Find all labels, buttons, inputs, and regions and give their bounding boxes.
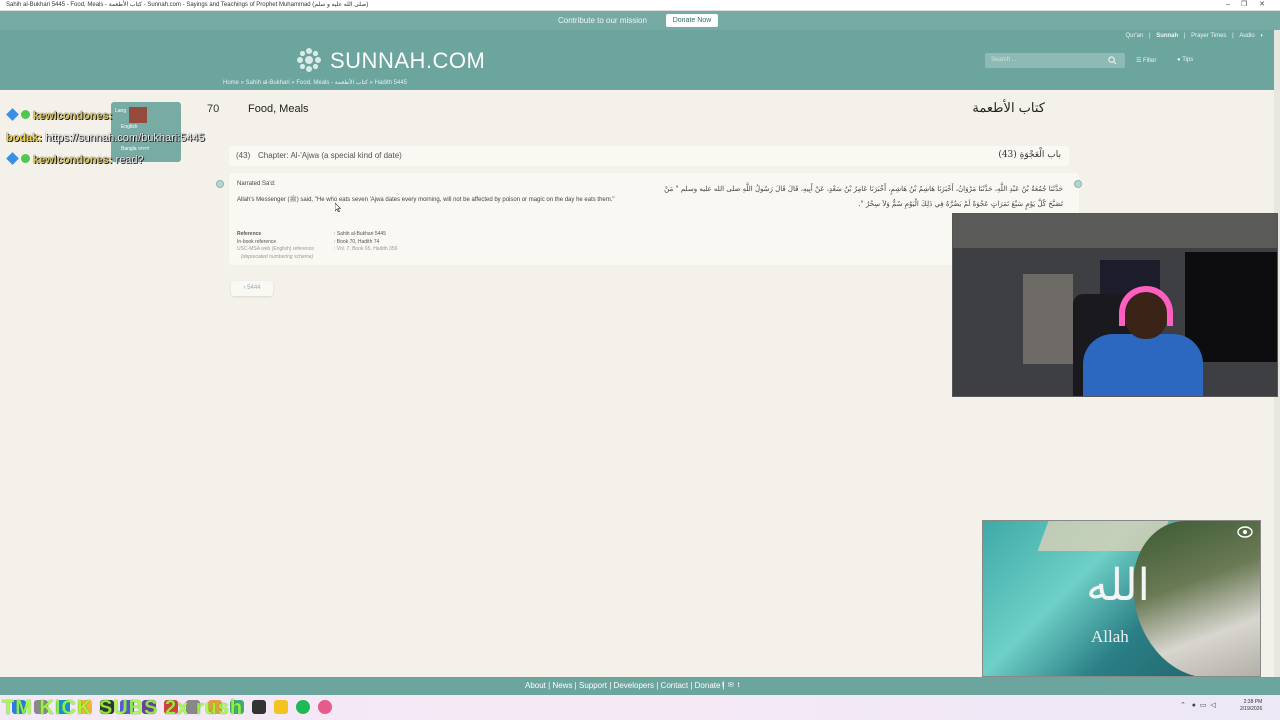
footer-links: About | News | Support | Developers | Co… [525,681,725,690]
hadith-bullet-icon[interactable] [216,180,224,188]
hadith-arabic-text: حَدَّثَنَا جُمُعَةُ بْنُ عَبْدِ اللَّهِ،… [664,185,1063,208]
nav-separator: | [1183,33,1186,39]
chapter-number: (43) [236,151,251,160]
chat-username: bodak: [6,132,43,144]
tips-label: Tips [1182,57,1194,63]
book-number: 70 [207,103,220,115]
site-header: Qur'an | Sunnah | Prayer Times | Audio ◐… [0,30,1280,90]
top-nav: Qur'an | Sunnah | Prayer Times | Audio ◐ [1123,33,1266,39]
chat-message: kewlcondones: [6,108,113,122]
chat-message: bodak: https://sunnah.com/bukhari:5445 [6,132,205,144]
footer-link-developers[interactable]: Developers [614,681,654,690]
usc-msa-reference-value: : Vol. 7, Book 65, Hadith 356 [334,246,398,252]
app-icon[interactable] [274,700,288,714]
chat-text: https://sunnah.com/bukhari:5445 [45,132,205,144]
footer-link-contact[interactable]: Contact [661,681,689,690]
allah-calligraphy: الله [1086,560,1150,611]
hadith-english-text: Allah's Messenger (ﷺ) said, "He who eats… [237,197,615,203]
nav-prayer-times[interactable]: Prayer Times [1191,33,1226,39]
hadith-narrator: Narrated Sa'd: [237,181,276,187]
in-book-reference-value: : Book 70, Hadith 74 [334,238,380,245]
app-icon[interactable] [252,700,266,714]
sunnah-logo-icon[interactable] [296,47,322,73]
filter-label: Filter [1143,58,1157,64]
footer-link-support[interactable]: Support [579,681,607,690]
subscriber-badge-icon [6,152,19,165]
contribute-message: Contribute to our mission [558,16,647,25]
chapter-title: Chapter: Al-'Ajwa (a special kind of dat… [258,151,402,160]
deprecated-note: (deprecated numbering scheme) [241,253,314,260]
contribute-banner: Contribute to our mission Donate Now [0,11,1280,30]
clock-date: 2/19/2026 [1240,706,1263,712]
filter-icon: ☰ [1136,58,1144,64]
video-caption: Allah [1091,627,1129,646]
microphone-icon[interactable]: ● [1192,702,1196,709]
donate-now-button[interactable]: Donate Now [666,14,718,27]
in-book-reference-label: In-book reference [237,238,277,245]
search-icon[interactable] [1108,56,1117,65]
chat-username: kewlcondones: [33,110,113,122]
subscriber-badge-icon [6,108,19,121]
avatar [129,107,147,123]
language-option[interactable]: Lang [115,108,126,114]
chevron-up-icon[interactable]: ⌃ [1180,702,1186,709]
tips-button[interactable]: ● Tips [1177,57,1193,63]
facebook-icon[interactable]: f [722,682,724,689]
book-title-arabic: كتاب الأطعمة [972,101,1045,116]
chapter-heading: (43) Chapter: Al-'Ajwa (a special kind o… [229,146,1069,166]
mouse-cursor-icon [335,203,341,212]
language-option-bangla[interactable]: Bangla বাংলা [121,146,150,154]
chapter-title-arabic: (43) باب الْعَجْوَةِ [998,150,1061,160]
webcam-feed [952,213,1278,397]
email-icon[interactable]: ✉ [728,682,734,689]
filter-button[interactable]: ☰ Filter [1136,57,1156,64]
chrome-icon[interactable] [318,700,332,714]
window-title: Sahih al-Bukhari 5445 - Food, Meals - كت… [6,2,369,8]
system-tray: ⌃ ● ▭ ◁ [1180,701,1216,709]
close-button[interactable]: ✕ [1254,0,1270,10]
theme-toggle-icon[interactable]: ◐ [1260,33,1264,39]
volume-icon[interactable]: ◁ [1210,702,1215,709]
nav-separator: | [1148,33,1151,39]
reference-label: Reference [237,231,262,237]
book-title: Food, Meals [248,103,309,115]
maximize-button[interactable]: ❐ [1236,0,1252,10]
network-icon[interactable]: ▭ [1200,702,1207,709]
video-player[interactable]: الله Allah [982,520,1261,677]
usc-msa-reference-label: USC-MSA web (English) reference [237,246,314,252]
footer-link-news[interactable]: News [552,681,572,690]
os-taskbar: TM KICK SUBS 2x rush ⌃ ● ▭ ◁ 2:38 PM 2/1… [0,695,1280,720]
language-option-english[interactable]: English [121,124,137,130]
chat-text: read? [115,154,144,166]
chat-username: kewlcondones: [33,154,113,166]
verified-badge-icon [21,110,30,119]
search-input[interactable]: Search ... [985,53,1125,68]
reference-value: : Sahih al-Bukhari 5445 [334,231,386,237]
search-placeholder: Search ... [991,57,1017,63]
system-clock[interactable]: 2:38 PM 2/19/2026 [1240,699,1262,713]
minimize-button[interactable]: – [1220,0,1236,10]
previous-hadith-button[interactable]: ‹ 5444 [231,281,273,296]
site-logo-text[interactable]: SUNNAH.COM [330,48,485,74]
clock-time: 2:38 PM [1243,699,1263,705]
chat-message: kewlcondones: read? [6,152,144,166]
site-footer: About | News | Support | Developers | Co… [0,677,1280,695]
nav-audio[interactable]: Audio [1239,33,1254,39]
social-links: f ✉ t [722,681,740,689]
verified-badge-icon [21,154,30,163]
breadcrumb[interactable]: Home » Sahih al-Bukhari » Food, Meals - … [223,79,407,86]
channel-logo-icon [1237,526,1253,538]
window-titlebar: Sahih al-Bukhari 5445 - Food, Meals - كت… [0,0,1280,11]
twitter-icon[interactable]: t [738,682,740,689]
spotify-icon[interactable] [296,700,310,714]
footer-link-about[interactable]: About [525,681,546,690]
stream-banner-text: TM KICK SUBS 2x rush [2,697,244,719]
hadith-bullet-icon[interactable] [1074,180,1082,188]
nav-quran[interactable]: Qur'an [1125,33,1143,39]
footer-link-donate[interactable]: Donate [695,681,721,690]
nav-separator: | [1232,33,1234,39]
nav-sunnah[interactable]: Sunnah [1156,33,1178,39]
